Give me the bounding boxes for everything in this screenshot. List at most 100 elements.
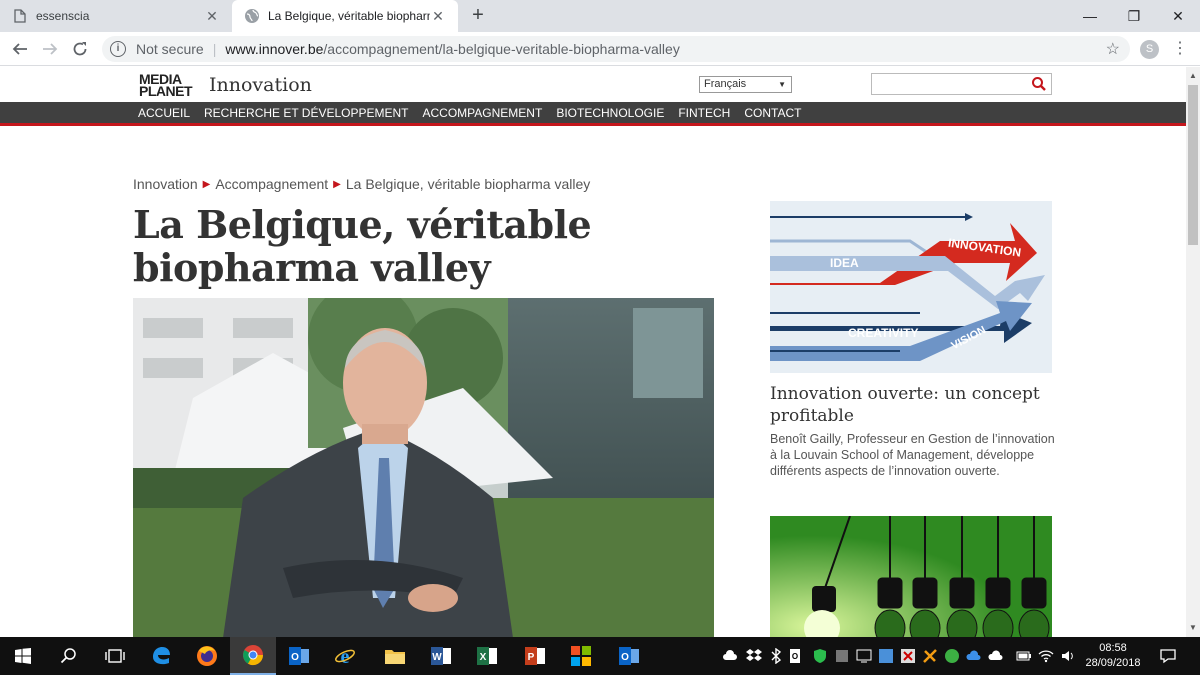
shield-icon[interactable] <box>812 648 828 664</box>
dropbox-icon[interactable] <box>746 648 762 664</box>
outlook-icon[interactable]: O <box>276 637 322 675</box>
minimize-button[interactable]: — <box>1068 0 1112 32</box>
info-icon[interactable]: i <box>110 41 126 57</box>
card-excerpt: Benoît Gailly, Professeur en Gestion de … <box>770 432 1055 478</box>
svg-text:O: O <box>291 652 299 663</box>
restore-button[interactable]: ❐ <box>1112 0 1156 32</box>
bluetooth-icon[interactable] <box>768 648 784 664</box>
outlook-icon-2[interactable]: O <box>606 637 652 675</box>
breadcrumb-innovation[interactable]: Innovation <box>133 176 198 192</box>
image-label-creativity: CREATIVITY <box>848 326 918 340</box>
document-icon <box>12 8 28 24</box>
card-lightbulbs-image[interactable] <box>770 516 1052 637</box>
chrome-icon[interactable] <box>230 637 276 675</box>
page-scrollbar[interactable]: ▲ ▼ <box>1186 67 1200 637</box>
internet-explorer-icon[interactable]: e <box>322 637 368 675</box>
language-value: Français <box>704 78 747 90</box>
office-apps-icon[interactable] <box>558 637 604 675</box>
system-clock[interactable]: 08:58 28/09/2018 <box>1082 641 1144 671</box>
green-app-icon[interactable] <box>944 648 960 664</box>
excel-icon[interactable]: X <box>464 637 510 675</box>
windows-taskbar: O e W X P O O 08:58 28/09/2018 <box>0 637 1200 675</box>
tab-biopharma[interactable]: La Belgique, véritable biopharma ✕ <box>232 0 458 32</box>
language-select[interactable]: Français ▼ <box>699 76 792 93</box>
browser-toolbar: i Not secure | www.innover.be /accompagn… <box>0 32 1200 66</box>
breadcrumb-current: La Belgique, véritable biopharma valley <box>345 176 591 192</box>
mediaplanet-logo[interactable]: MEDIA PLANET <box>139 72 193 99</box>
security-alert-icon[interactable] <box>900 648 916 664</box>
svg-text:X: X <box>480 652 487 663</box>
main-navigation: ACCUEIL RECHERCHE ET DÉVELOPPEMENT ACCOM… <box>0 102 1186 126</box>
clock-time: 08:58 <box>1099 642 1127 654</box>
logo-line2: PLANET <box>139 83 193 99</box>
onedrive-white-icon[interactable] <box>988 648 1004 664</box>
address-bar[interactable]: i Not secure | www.innover.be /accompagn… <box>102 36 1130 62</box>
cloud-upload-icon[interactable] <box>722 648 738 664</box>
title-line2: biopharma valley <box>133 245 491 290</box>
tab-essenscia[interactable]: essenscia ✕ <box>0 0 232 32</box>
divider: | <box>212 41 217 57</box>
nav-recherche[interactable]: RECHERCHE ET DÉVELOPPEMENT <box>204 102 409 124</box>
bookmark-star-icon[interactable]: ☆ <box>1106 39 1120 59</box>
new-tab-button[interactable]: + <box>466 4 490 28</box>
breadcrumb: Innovation ▶ Accompagnement ▶ La Belgiqu… <box>133 176 590 192</box>
article-title: La Belgique, véritable biopharma valley <box>133 203 693 289</box>
title-line1: La Belgique, véritable <box>133 202 592 247</box>
nav-accueil[interactable]: ACCUEIL <box>138 102 190 124</box>
back-icon[interactable] <box>8 37 32 61</box>
volume-icon[interactable] <box>1060 648 1076 664</box>
web-page: MEDIA PLANET Innovation Français ▼ ACCUE… <box>0 67 1186 637</box>
close-window-button[interactable]: ✕ <box>1156 0 1200 32</box>
tab-strip: essenscia ✕ La Belgique, véritable bioph… <box>0 0 1200 32</box>
battery-icon[interactable] <box>1016 648 1032 664</box>
tools-icon[interactable] <box>922 648 938 664</box>
close-tab-icon[interactable]: ✕ <box>204 8 220 24</box>
search-icon[interactable] <box>46 637 92 675</box>
powerpoint-icon[interactable]: P <box>512 637 558 675</box>
start-windows-icon[interactable] <box>0 637 46 675</box>
chevron-down-icon: ▼ <box>778 80 786 89</box>
file-explorer-icon[interactable] <box>372 637 418 675</box>
outlook-tray-icon[interactable]: O <box>790 648 806 664</box>
url-host: www.innover.be <box>225 41 324 57</box>
breadcrumb-accompagnement[interactable]: Accompagnement <box>215 176 328 192</box>
svg-text:e: e <box>341 646 350 667</box>
svg-text:P: P <box>528 652 535 663</box>
tab-title: La Belgique, véritable biopharma <box>268 9 430 23</box>
notifications-icon[interactable] <box>1160 648 1176 664</box>
scrollbar-thumb[interactable] <box>1188 85 1198 245</box>
wifi-icon[interactable] <box>1038 648 1054 664</box>
profile-avatar[interactable]: S <box>1140 40 1159 59</box>
nav-biotechnologie[interactable]: BIOTECHNOLOGIE <box>556 102 664 124</box>
security-label: Not secure <box>136 41 204 57</box>
url-path: /accompagnement/la-belgique-veritable-bi… <box>323 41 680 57</box>
more-menu-icon[interactable]: ⋮ <box>1170 39 1190 59</box>
svg-text:W: W <box>432 652 442 663</box>
monitor-icon[interactable] <box>856 648 872 664</box>
card-title[interactable]: Innovation ouverte: un concept profitabl… <box>770 383 1060 427</box>
nav-contact[interactable]: CONTACT <box>744 102 801 124</box>
scroll-up-icon[interactable]: ▲ <box>1186 69 1200 83</box>
scroll-down-icon[interactable]: ▼ <box>1186 621 1200 635</box>
breadcrumb-arrow-icon: ▶ <box>333 178 341 190</box>
word-icon[interactable]: W <box>418 637 464 675</box>
firefox-icon[interactable] <box>184 637 230 675</box>
svg-text:O: O <box>621 652 629 663</box>
search-icon[interactable] <box>1031 76 1047 92</box>
app-tray-icon[interactable] <box>834 648 850 664</box>
nav-fintech[interactable]: FINTECH <box>678 102 730 124</box>
close-tab-icon[interactable]: ✕ <box>430 8 446 24</box>
tab-title: essenscia <box>36 9 90 23</box>
search-input[interactable] <box>871 73 1052 95</box>
reload-icon[interactable] <box>68 37 92 61</box>
breadcrumb-arrow-icon: ▶ <box>202 178 211 190</box>
site-subtitle[interactable]: Innovation <box>209 74 312 96</box>
svg-text:O: O <box>792 652 798 661</box>
onedrive-icon[interactable] <box>966 648 982 664</box>
card-innovation-image[interactable]: INNOVATION IDEA CREATIVITY VISION <box>770 201 1052 373</box>
task-view-icon[interactable] <box>92 637 138 675</box>
forward-icon[interactable] <box>38 37 62 61</box>
nav-accompagnement[interactable]: ACCOMPAGNEMENT <box>423 102 543 124</box>
edge-icon[interactable] <box>138 637 184 675</box>
network-app-icon[interactable] <box>878 648 894 664</box>
